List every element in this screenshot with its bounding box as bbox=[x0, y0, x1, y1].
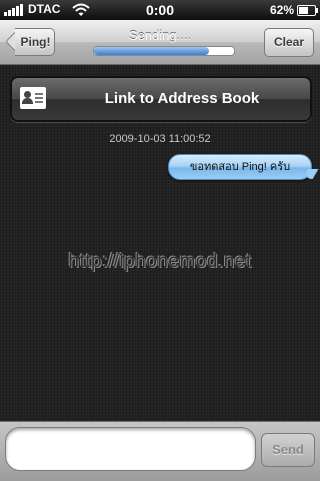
back-button-body: Ping! bbox=[15, 28, 55, 56]
message-area[interactable]: Link to Address Book 2009-10-03 11:00:52… bbox=[0, 65, 320, 421]
message-input[interactable] bbox=[5, 427, 256, 471]
compose-bar: Send bbox=[0, 421, 320, 481]
link-address-book-label: Link to Address Book bbox=[104, 90, 260, 107]
send-button[interactable]: Send bbox=[261, 433, 315, 467]
address-card-icon bbox=[20, 87, 46, 109]
status-bar: DTAC 0:00 62% bbox=[0, 0, 320, 20]
watermark-text: http://iphonemod.net bbox=[68, 251, 252, 272]
clear-button[interactable]: Clear bbox=[264, 28, 314, 57]
page-title: Sending.... bbox=[128, 28, 192, 43]
back-button-label: Ping! bbox=[20, 35, 51, 49]
back-button[interactable]: Ping! bbox=[5, 28, 55, 56]
navigation-bar: Ping! Sending.... Clear bbox=[0, 20, 320, 65]
battery-percent: 62% bbox=[269, 3, 294, 17]
battery-icon bbox=[297, 5, 318, 16]
progress-fill bbox=[94, 47, 209, 55]
link-address-book-button[interactable]: Link to Address Book bbox=[10, 76, 312, 122]
message-timestamp: 2009-10-03 11:00:52 bbox=[109, 133, 211, 145]
battery-level bbox=[299, 7, 309, 14]
message-text: ขอทดสอบ Ping! ครับ bbox=[189, 161, 291, 173]
sent-message-bubble[interactable]: ขอทดสอบ Ping! ครับ bbox=[168, 154, 312, 180]
sending-progress-bar bbox=[93, 46, 235, 56]
